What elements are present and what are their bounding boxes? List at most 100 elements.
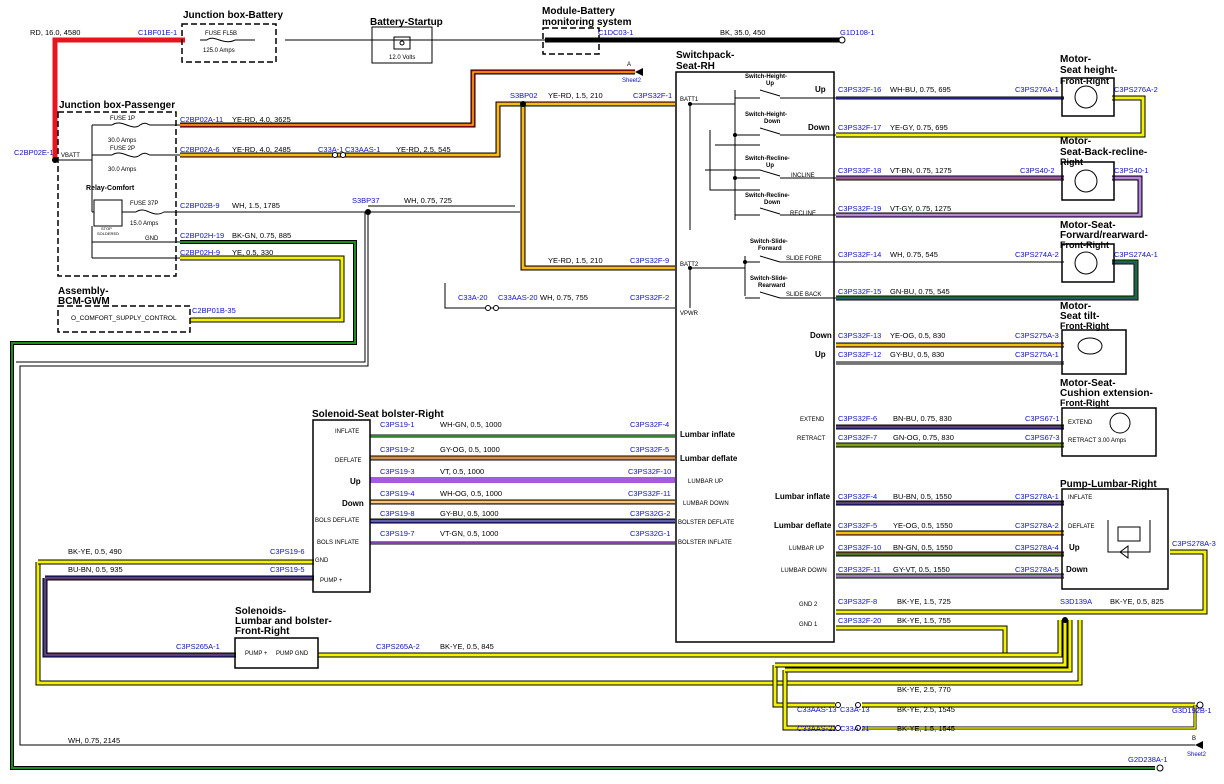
svg-text:C3PS278A-1: C3PS278A-1 — [1015, 492, 1059, 501]
sheet-ref-a-sheet[interactable]: Sheet2 — [622, 78, 642, 84]
svg-text:GY-OG, 0.5, 1000: GY-OG, 0.5, 1000 — [440, 445, 500, 454]
svg-text:WH, 0.75, 2145: WH, 0.75, 2145 — [68, 736, 120, 745]
svg-text:C3PS19-2: C3PS19-2 — [380, 445, 415, 454]
svg-text:DEFLATE: DEFLATE — [335, 458, 362, 464]
svg-text:PUMP +: PUMP + — [245, 651, 268, 657]
title-pump-lumbar: Pump-Lumbar-Right — [1060, 479, 1157, 490]
svg-text:INCLINE: INCLINE — [791, 173, 815, 179]
svg-text:C2BP02B-9: C2BP02B-9 — [180, 201, 220, 210]
svg-text:C3PS67-3: C3PS67-3 — [1025, 433, 1060, 442]
title-switchpack-2: Seat-RH — [676, 61, 715, 72]
svg-text:Switch-Height-: Switch-Height- — [745, 112, 787, 118]
relay-comfort-box — [93, 199, 123, 227]
svg-text:C3PS32F-9: C3PS32F-9 — [630, 256, 669, 265]
svg-text:C3PS32F-7: C3PS32F-7 — [838, 433, 877, 442]
title-motor-height-1: Motor- — [1060, 54, 1091, 65]
svg-text:C3PS32F-6: C3PS32F-6 — [838, 414, 877, 423]
title-module-battery-1: Module-Battery — [542, 6, 615, 17]
svg-text:BU-BN, 0.5, 935: BU-BN, 0.5, 935 — [68, 565, 123, 574]
svg-text:Down: Down — [342, 499, 364, 508]
svg-text:WH-OG, 0.5, 1000: WH-OG, 0.5, 1000 — [440, 489, 502, 498]
svg-text:FUSE 2P: FUSE 2P — [110, 146, 135, 152]
svg-text:C3PS32G-1: C3PS32G-1 — [630, 529, 670, 538]
svg-text:Switch-Recline-: Switch-Recline- — [745, 193, 790, 199]
svg-text:BK-GN, 0.75, 885: BK-GN, 0.75, 885 — [232, 231, 291, 240]
svg-text:C3PS265A-2: C3PS265A-2 — [376, 642, 420, 651]
svg-text:VPWR: VPWR — [680, 311, 699, 317]
svg-text:GN-OG, 0.75, 830: GN-OG, 0.75, 830 — [893, 433, 954, 442]
svg-text:SLIDE FORE: SLIDE FORE — [786, 256, 822, 262]
svg-text:C3PS32F-17: C3PS32F-17 — [838, 123, 881, 132]
wiring-diagram: Junction box-Battery Battery-Startup Mod… — [10, 6, 1216, 772]
svg-text:BATT2: BATT2 — [680, 262, 699, 268]
title-solenoid-bolster: Solenoid-Seat bolster-Right — [312, 409, 444, 420]
svg-text:C2BP02E-1: C2BP02E-1 — [14, 148, 54, 157]
title-solenoids-lumbar-3: Front-Right — [235, 626, 290, 637]
svg-text:C33A-21: C33A-21 — [840, 724, 870, 733]
svg-text:VT-GY, 0.75, 1275: VT-GY, 0.75, 1275 — [890, 204, 951, 213]
svg-text:C3PS32F-5: C3PS32F-5 — [838, 521, 877, 530]
svg-text:C3PS32F-4: C3PS32F-4 — [630, 420, 669, 429]
svg-text:Rearward: Rearward — [758, 283, 786, 289]
svg-text:Up: Up — [766, 81, 774, 87]
svg-text:C3PS67-1: C3PS67-1 — [1025, 414, 1060, 423]
svg-text:Lumbar deflate: Lumbar deflate — [680, 454, 738, 463]
svg-text:Down: Down — [810, 331, 832, 340]
svg-text:EXTEND: EXTEND — [1068, 420, 1093, 426]
svg-text:BOLS INFLATE: BOLS INFLATE — [317, 540, 359, 546]
svg-text:BK, 35.0, 450: BK, 35.0, 450 — [720, 28, 765, 37]
svg-text:INFLATE: INFLATE — [1068, 495, 1092, 501]
svg-text:C33A-20: C33A-20 — [458, 293, 488, 302]
title-motor-recline-1: Motor- — [1060, 136, 1091, 147]
svg-text:C3PS32F-14: C3PS32F-14 — [838, 250, 881, 259]
svg-text:YE-RD, 2.5, 545: YE-RD, 2.5, 545 — [396, 145, 451, 154]
svg-text:C2BP01B-35: C2BP01B-35 — [192, 306, 236, 315]
svg-text:YE-RD, 4.0, 2485: YE-RD, 4.0, 2485 — [232, 145, 291, 154]
svg-text:C3PS278A-5: C3PS278A-5 — [1015, 565, 1059, 574]
sheet-ref-b-sheet[interactable]: Sheet2 — [1187, 752, 1207, 758]
svg-text:BU-BN, 0.5, 1550: BU-BN, 0.5, 1550 — [893, 492, 952, 501]
svg-text:WH-BU, 0.75, 695: WH-BU, 0.75, 695 — [890, 85, 951, 94]
sheet-ref-b[interactable]: B — [1192, 736, 1196, 742]
svg-text:Switch-Height-: Switch-Height- — [745, 74, 787, 80]
svg-text:Up: Up — [1069, 543, 1080, 552]
svg-text:C3PS32F-15: C3PS32F-15 — [838, 287, 881, 296]
svg-text:G2D238A-1: G2D238A-1 — [1128, 755, 1168, 764]
svg-text:VBATT: VBATT — [61, 153, 80, 159]
svg-text:C3PS40-1: C3PS40-1 — [1114, 166, 1149, 175]
svg-text:C33AAS-20: C33AAS-20 — [498, 293, 538, 302]
svg-text:YE-OG, 0.5, 830: YE-OG, 0.5, 830 — [890, 331, 945, 340]
svg-text:GY-VT, 0.5, 1550: GY-VT, 0.5, 1550 — [893, 565, 950, 574]
svg-text:FUSE FL5B: FUSE FL5B — [205, 31, 237, 37]
svg-text:FUSE 37P: FUSE 37P — [130, 201, 158, 207]
svg-text:BK-YE, 2.5, 1545: BK-YE, 2.5, 1545 — [897, 705, 955, 714]
svg-text:C3PS32F-1: C3PS32F-1 — [633, 91, 672, 100]
sheet-ref-a[interactable]: A — [627, 62, 631, 68]
svg-text:Down: Down — [764, 119, 781, 125]
svg-text:Switch-Slide-: Switch-Slide- — [750, 239, 788, 245]
svg-text:PUMP +: PUMP + — [320, 578, 343, 584]
motor-recline-box — [1061, 161, 1115, 201]
svg-text:125.0 Amps: 125.0 Amps — [203, 48, 235, 54]
svg-text:C3PS265A-1: C3PS265A-1 — [176, 642, 220, 651]
svg-text:C3PS278A-4: C3PS278A-4 — [1015, 543, 1059, 552]
svg-text:Up: Up — [815, 85, 826, 94]
svg-text:C2BP02A-11: C2BP02A-11 — [180, 115, 223, 124]
svg-text:BK-YE, 0.5, 845: BK-YE, 0.5, 845 — [440, 642, 494, 651]
svg-text:C3PS32F-18: C3PS32F-18 — [838, 166, 881, 175]
motor-cushion-box — [1061, 407, 1157, 457]
svg-text:C3PS278A-2: C3PS278A-2 — [1015, 521, 1059, 530]
svg-text:WH, 0.75, 725: WH, 0.75, 725 — [404, 196, 452, 205]
svg-text:30.0 Amps: 30.0 Amps — [108, 138, 136, 144]
svg-text:LUMBAR UP: LUMBAR UP — [688, 479, 723, 485]
svg-text:C3PS32F-12: C3PS32F-12 — [838, 350, 881, 359]
svg-text:O_COMFORT_SUPPLY_CONTROL: O_COMFORT_SUPPLY_CONTROL — [71, 315, 177, 322]
title-junction-passenger: Junction box-Passenger — [59, 100, 175, 111]
svg-text:G3D192B-1: G3D192B-1 — [1172, 706, 1212, 715]
svg-text:YE-GY, 0.75, 695: YE-GY, 0.75, 695 — [890, 123, 948, 132]
svg-text:C3PS32G-2: C3PS32G-2 — [630, 509, 670, 518]
svg-text:VT-GN, 0.5, 1000: VT-GN, 0.5, 1000 — [440, 529, 498, 538]
svg-text:C3PS278A-3: C3PS278A-3 — [1172, 539, 1216, 548]
motor-tilt-box — [1061, 329, 1127, 375]
svg-text:LUMBAR DOWN: LUMBAR DOWN — [781, 568, 827, 574]
